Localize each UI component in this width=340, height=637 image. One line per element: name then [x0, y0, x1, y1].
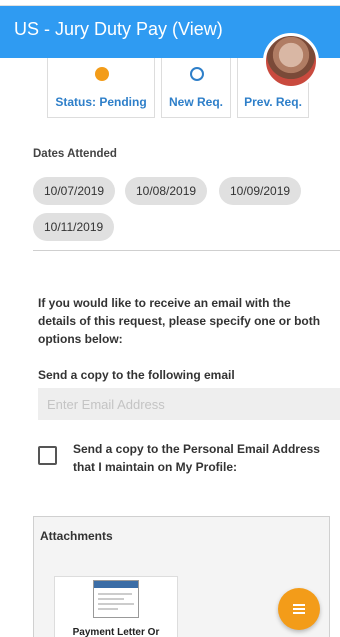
attachments-title: Attachments — [40, 529, 113, 543]
dates-attended-title: Dates Attended — [33, 148, 117, 160]
new-request-label: New Req. — [168, 95, 223, 109]
status-pending-label: Status: Pending — [55, 95, 147, 109]
menu-lines-icon — [293, 603, 305, 615]
date-chip: 10/09/2019 — [219, 177, 302, 205]
status-pending-card[interactable]: Status: Pending — [47, 58, 155, 118]
menu-fab-button[interactable] — [278, 588, 320, 630]
send-copy-label: Send a copy to the following email — [38, 368, 235, 382]
email-info-text: If you would like to receive an email wi… — [38, 296, 321, 346]
personal-email-label: Send a copy to the Personal Email Addres… — [73, 442, 320, 474]
attachment-name: Payment Letter Or — [72, 627, 160, 637]
new-circle-icon — [190, 67, 204, 81]
date-chip: 10/07/2019 — [33, 177, 116, 205]
email-field[interactable] — [38, 388, 340, 420]
page-title: US - Jury Duty Pay (View) — [14, 19, 223, 39]
attachment-item[interactable]: Payment Letter Or — [54, 576, 178, 637]
pending-dot-icon — [95, 67, 109, 81]
date-chip: 10/11/2019 — [33, 213, 115, 241]
divider — [33, 250, 340, 251]
new-request-card[interactable]: New Req. — [161, 58, 231, 118]
previous-request-label: Prev. Req. — [244, 95, 302, 109]
personal-email-checkbox[interactable] — [38, 446, 57, 465]
avatar[interactable] — [263, 33, 319, 89]
date-chip: 10/08/2019 — [125, 177, 208, 205]
document-thumbnail-icon — [93, 580, 139, 618]
